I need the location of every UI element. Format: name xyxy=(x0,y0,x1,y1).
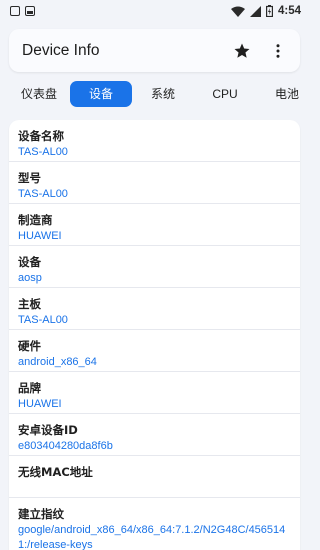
wifi-icon xyxy=(230,6,245,17)
info-label: 安卓设备ID xyxy=(18,423,78,437)
info-value: HUAWEI xyxy=(18,230,62,242)
notification-square-icon xyxy=(10,6,20,16)
tab-dashboard[interactable]: 仪表盘 xyxy=(8,81,70,107)
info-value: google/android_x86_64/x86_64:7.1.2/N2G48… xyxy=(18,524,286,550)
info-row-model[interactable]: 型号 TAS-AL00 xyxy=(9,162,300,204)
info-value: android_x86_64 xyxy=(18,356,97,368)
overflow-menu-button[interactable] xyxy=(266,39,290,63)
more-vert-icon xyxy=(276,43,280,58)
info-label: 无线MAC地址 xyxy=(18,465,93,479)
info-row-manufacturer[interactable]: 制造商 HUAWEI xyxy=(9,204,300,246)
info-label: 设备 xyxy=(18,255,41,269)
system-status: 4:54 xyxy=(230,5,301,17)
app-title: Device Info xyxy=(22,41,100,59)
info-value: TAS-AL00 xyxy=(18,146,68,158)
info-row-board[interactable]: 主板 TAS-AL00 xyxy=(9,288,300,330)
clock: 4:54 xyxy=(277,5,301,17)
notification-icons xyxy=(10,6,35,16)
tab-system[interactable]: 系统 xyxy=(132,81,194,107)
info-label: 硬件 xyxy=(18,339,41,353)
info-label: 建立指纹 xyxy=(18,507,64,521)
info-label: 型号 xyxy=(18,171,41,185)
info-row-wifi-mac[interactable]: 无线MAC地址 xyxy=(9,456,300,498)
image-notification-icon xyxy=(25,6,35,16)
info-row-build-fingerprint[interactable]: 建立指纹 google/android_x86_64/x86_64:7.1.2/… xyxy=(9,498,300,550)
info-value: aosp xyxy=(18,272,42,284)
tab-bar: 仪表盘 设备 系统 CPU 电池 xyxy=(0,80,309,108)
info-label: 制造商 xyxy=(18,213,53,227)
info-value: HUAWEI xyxy=(18,398,62,410)
info-row-hardware[interactable]: 硬件 android_x86_64 xyxy=(9,330,300,372)
star-icon xyxy=(234,43,250,58)
battery-icon xyxy=(265,5,273,17)
tab-battery[interactable]: 电池 xyxy=(256,81,309,107)
info-row-device-name[interactable]: 设备名称 TAS-AL00 xyxy=(9,120,300,162)
device-info-card: 设备名称 TAS-AL00 型号 TAS-AL00 制造商 HUAWEI 设备 … xyxy=(9,120,300,550)
tab-device[interactable]: 设备 xyxy=(70,81,132,107)
info-value: TAS-AL00 xyxy=(18,188,68,200)
tab-cpu[interactable]: CPU xyxy=(194,81,256,107)
favorite-button[interactable] xyxy=(230,39,254,63)
info-value: e803404280da8f6b xyxy=(18,440,113,452)
info-row-android-id[interactable]: 安卓设备ID e803404280da8f6b xyxy=(9,414,300,456)
status-bar: 4:54 xyxy=(0,0,309,22)
app-bar: Device Info xyxy=(9,29,300,72)
info-label: 主板 xyxy=(18,297,41,311)
info-label: 设备名称 xyxy=(18,129,64,143)
signal-icon xyxy=(249,5,261,17)
info-label: 品牌 xyxy=(18,381,41,395)
info-row-brand[interactable]: 品牌 HUAWEI xyxy=(9,372,300,414)
info-value: TAS-AL00 xyxy=(18,314,68,326)
info-row-device[interactable]: 设备 aosp xyxy=(9,246,300,288)
